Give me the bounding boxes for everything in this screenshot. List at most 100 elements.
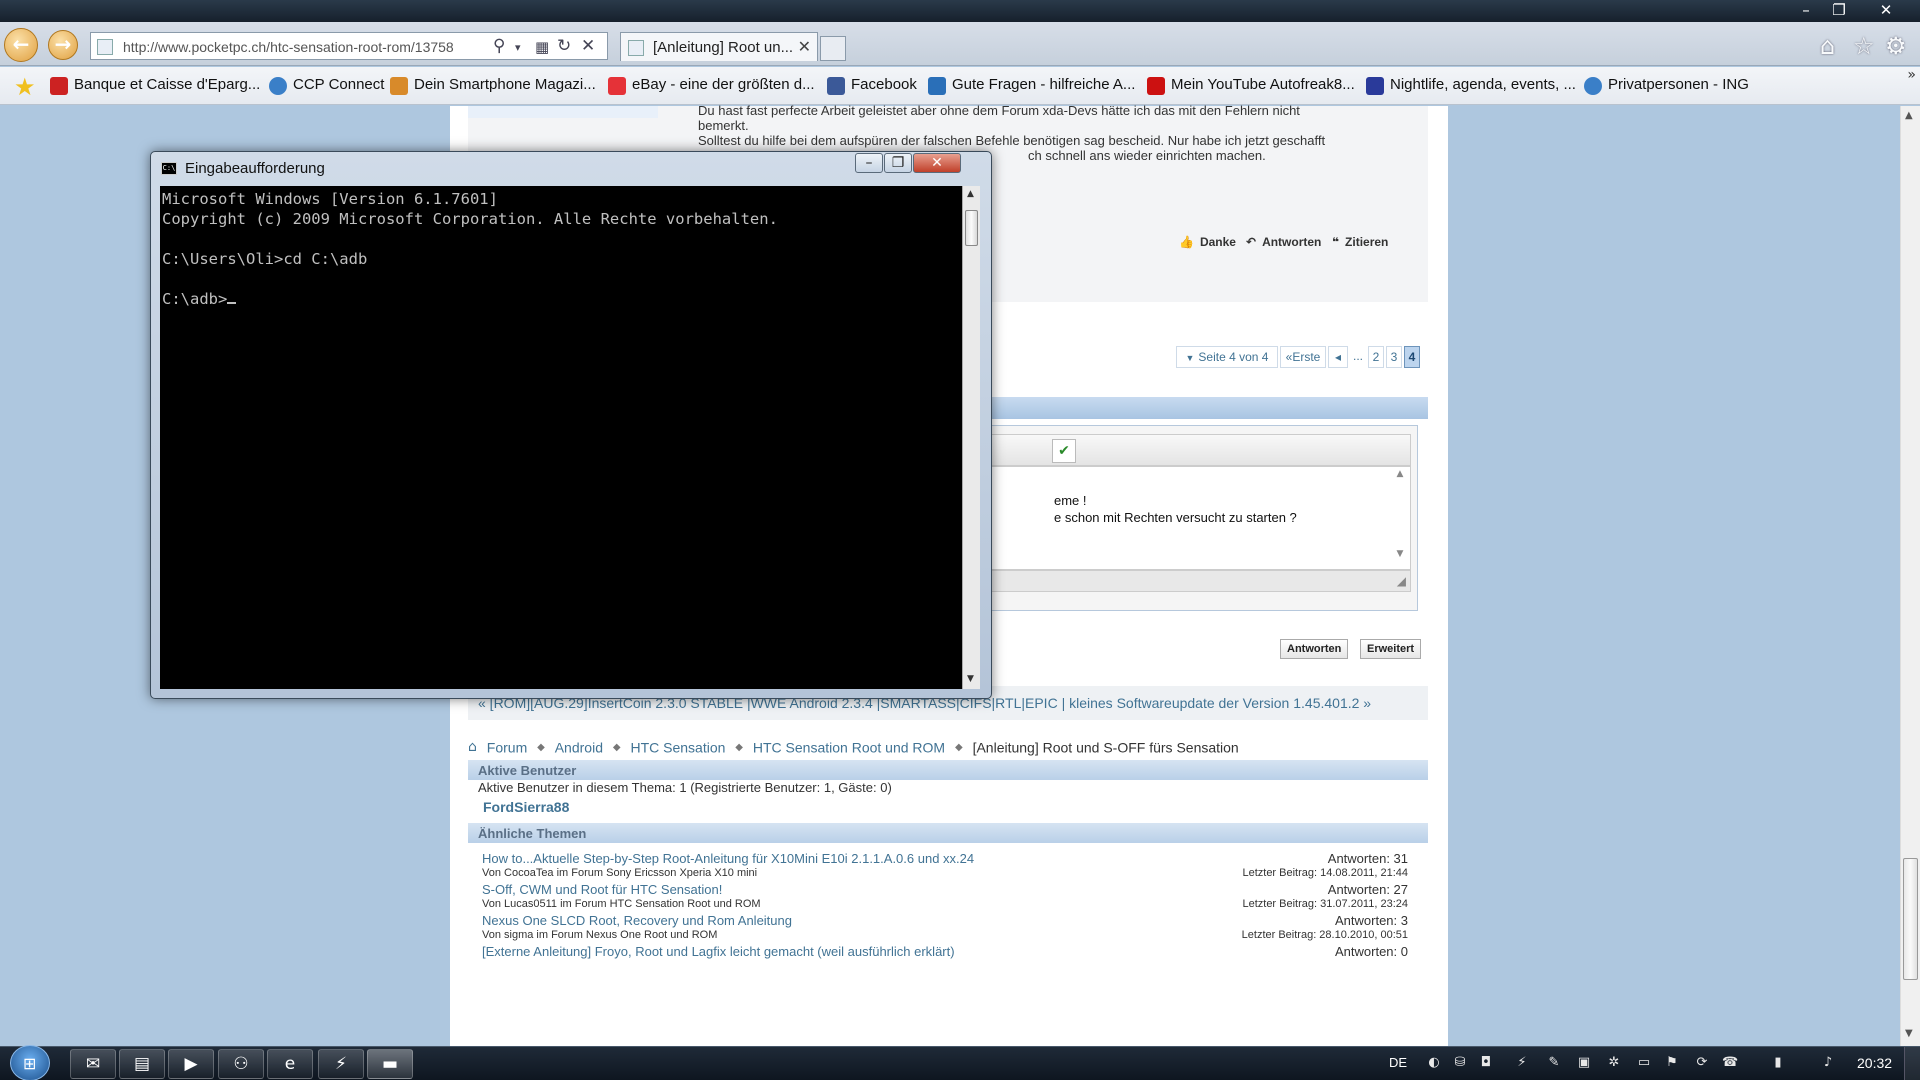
reply-button[interactable]: ↶ Antworten	[1246, 235, 1321, 249]
page-link-2[interactable]: 2	[1368, 346, 1384, 368]
bookmark-item[interactable]: Banque et Caisse d'Eparg...	[50, 76, 260, 96]
bookmark-item[interactable]: Privatpersonen - ING	[1584, 76, 1749, 96]
browser-titlebar: – ❐ ✕	[0, 0, 1920, 22]
bookmark-item[interactable]: Nightlife, agenda, events, ...	[1366, 76, 1576, 96]
bookmark-label: Privatpersonen - ING	[1608, 76, 1749, 93]
cmd-scroll-thumb[interactable]	[965, 210, 978, 246]
home-icon[interactable]: ⌂	[468, 739, 477, 755]
url-text[interactable]: http://www.pocketpc.ch/htc-sensation-roo…	[123, 39, 483, 55]
volume-icon[interactable]: ♪	[1820, 1055, 1836, 1071]
outlook-icon[interactable]: ✉	[70, 1049, 116, 1079]
show-desktop-button[interactable]	[1904, 1047, 1920, 1080]
breadcrumb: ⌂ Forum ◆ Android ◆ HTC Sensation ◆ HTC …	[468, 738, 1428, 758]
similar-thread-link[interactable]: [Externe Anleitung] Froyo, Root und Lagf…	[482, 944, 955, 959]
internet-explorer-icon[interactable]: e	[267, 1049, 313, 1079]
cmd-icon[interactable]: ▬	[367, 1049, 413, 1079]
network-share-icon[interactable]: ⛁	[1452, 1055, 1468, 1071]
bookmark-item[interactable]: Dein Smartphone Magazi...	[390, 76, 596, 96]
language-indicator[interactable]: DE	[1389, 1055, 1407, 1070]
bookmark-item[interactable]: Facebook	[827, 76, 917, 96]
page-jump-dropdown[interactable]: ▼ Seite 4 von 4	[1176, 346, 1278, 368]
add-favorite-star-icon[interactable]: ★	[14, 73, 36, 101]
network-app-icon[interactable]: ⚇	[218, 1049, 264, 1079]
cmd-maximize-icon[interactable]: ❐	[884, 153, 912, 173]
resize-grip-icon[interactable]: ◢	[1397, 574, 1406, 588]
first-page-button[interactable]: «Erste	[1280, 346, 1326, 368]
chevron-more-icon[interactable]: »	[1907, 67, 1916, 83]
maximize-icon[interactable]: ❐	[1823, 0, 1855, 20]
monitor-tray-icon[interactable]: ▭	[1636, 1055, 1652, 1071]
similar-thread-link[interactable]: S-Off, CWM und Root für HTC Sensation!	[482, 882, 722, 897]
stop-icon[interactable]: ✕	[581, 36, 595, 56]
winamp-icon[interactable]: ⚡	[318, 1049, 364, 1079]
spellcheck-icon[interactable]: ✔	[1052, 439, 1076, 463]
scroll-down-icon[interactable]: ▼	[1905, 1028, 1913, 1039]
page-scrollbar[interactable]: ▲ ▼	[1900, 106, 1920, 1046]
media-player-icon[interactable]: ▶	[168, 1049, 214, 1079]
page-link-4[interactable]: 4	[1404, 346, 1420, 368]
scroll-down-icon[interactable]: ▼	[967, 674, 974, 684]
cmd-close-icon[interactable]: ✕	[913, 153, 961, 173]
active-user-link[interactable]: FordSierra88	[483, 799, 569, 815]
start-button[interactable]: ⊞	[10, 1045, 50, 1080]
similar-thread-link[interactable]: How to...Aktuelle Step-by-Step Root-Anle…	[482, 851, 974, 866]
update-tray-icon[interactable]: ⟳	[1694, 1055, 1710, 1071]
phone-tray-icon[interactable]: ☎	[1722, 1055, 1738, 1071]
battery-icon[interactable]: ▮	[1770, 1055, 1786, 1071]
bookmark-item[interactable]: CCP Connect	[269, 76, 384, 96]
bookmark-label: Gute Fragen - hilfreiche A...	[952, 76, 1136, 93]
page-link-3[interactable]: 3	[1386, 346, 1402, 368]
scroll-up-icon[interactable]: ▲	[967, 189, 974, 199]
active-users-heading: Aktive Benutzer	[468, 760, 1428, 780]
bookmark-item[interactable]: eBay - eine der größten d...	[608, 76, 815, 96]
dropdown-icon[interactable]: ▾	[515, 41, 521, 54]
thanks-button[interactable]: 👍 Danke	[1179, 235, 1236, 249]
forward-button[interactable]: →	[48, 30, 78, 60]
search-icon[interactable]: ⚲	[493, 36, 505, 56]
scroll-down-icon[interactable]: ▼	[1394, 549, 1406, 559]
bookmark-item[interactable]: Gute Fragen - hilfreiche A...	[928, 76, 1135, 96]
winamp-tray-icon[interactable]: ⚡	[1514, 1055, 1530, 1071]
favorites-star-icon[interactable]: ☆	[1853, 32, 1875, 60]
refresh-icon[interactable]: ↻	[557, 36, 571, 56]
new-tab-button[interactable]	[820, 36, 846, 61]
prev-page-button[interactable]: ◂	[1328, 346, 1348, 368]
cmd-minimize-icon[interactable]: –	[855, 153, 883, 173]
clock[interactable]: 20:32	[1857, 1055, 1892, 1071]
editor-text-line: e schon mit Rechten versucht zu starten …	[1054, 510, 1297, 525]
settings-tray-icon[interactable]: ✲	[1606, 1055, 1622, 1071]
flag-icon[interactable]: ⚑	[1664, 1055, 1680, 1071]
similar-thread-last-post: Letzter Beitrag: 14.08.2011, 21:44	[1242, 867, 1408, 879]
explorer-folder-icon[interactable]: ▤	[119, 1049, 165, 1079]
back-button[interactable]: ←	[4, 28, 38, 62]
gear-icon[interactable]: ⚙	[1885, 32, 1907, 60]
tab-favicon-icon	[628, 40, 644, 56]
submit-reply-button[interactable]: Antworten	[1280, 639, 1349, 659]
tray-app-icon[interactable]: ▣	[1576, 1055, 1592, 1071]
norton-icon[interactable]: ◘	[1478, 1055, 1494, 1071]
cmd-console-output[interactable]: Microsoft Windows [Version 6.1.7601] Cop…	[160, 186, 962, 689]
scroll-up-icon[interactable]: ▲	[1394, 469, 1406, 479]
bookmark-item[interactable]: Mein YouTube Autofreak8...	[1147, 76, 1355, 96]
quote-button[interactable]: ❝ Zitieren	[1332, 235, 1388, 249]
pdf-tray-icon[interactable]: ✎	[1546, 1055, 1562, 1071]
tab-active[interactable]: [Anleitung] Root un... ✕	[620, 32, 818, 61]
nvidia-icon[interactable]: ◐	[1426, 1055, 1442, 1071]
minimize-icon[interactable]: –	[1790, 0, 1822, 20]
scroll-up-icon[interactable]: ▲	[1905, 110, 1913, 121]
windows-logo-icon: ⊞	[23, 1054, 37, 1073]
editor-scrollbar[interactable]: ▲ ▼	[1394, 469, 1406, 565]
breadcrumb-link-root-rom[interactable]: HTC Sensation Root und ROM	[753, 739, 945, 755]
breadcrumb-link-forum[interactable]: Forum	[487, 739, 527, 755]
breadcrumb-link-android[interactable]: Android	[555, 739, 603, 755]
close-icon[interactable]: ✕	[1870, 0, 1902, 20]
compatibility-icon[interactable]: ▦	[535, 38, 549, 56]
home-icon[interactable]: ⌂	[1820, 32, 1835, 60]
address-bar[interactable]: http://www.pocketpc.ch/htc-sensation-roo…	[90, 32, 608, 60]
advanced-reply-button[interactable]: Erweitert	[1360, 639, 1422, 659]
cmd-scrollbar[interactable]: ▲ ▼	[962, 186, 980, 689]
breadcrumb-link-htc-sensation[interactable]: HTC Sensation	[630, 739, 725, 755]
scroll-thumb[interactable]	[1903, 858, 1918, 980]
similar-thread-link[interactable]: Nexus One SLCD Root, Recovery und Rom An…	[482, 913, 792, 928]
tab-close-icon[interactable]: ✕	[798, 37, 811, 56]
